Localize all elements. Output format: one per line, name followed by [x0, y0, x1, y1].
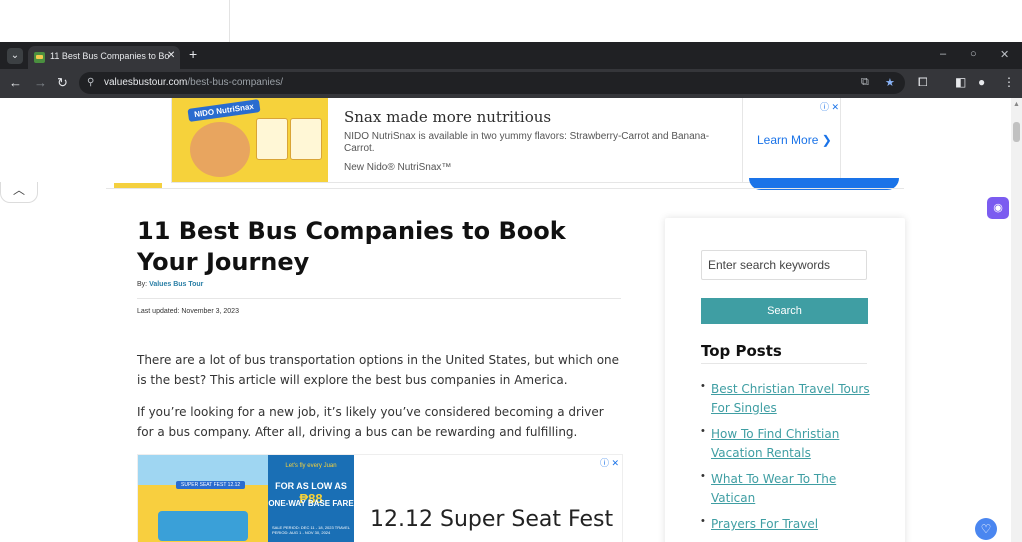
- byline: By: Values Bus Tour: [137, 281, 204, 288]
- restore-button[interactable]: ○: [970, 48, 977, 60]
- top-post-link[interactable]: Prayers For Travel: [711, 517, 818, 531]
- browser-toolbar: ← → ↻ ⚲ valuesbustour.com/best-bus-compa…: [0, 69, 1022, 98]
- title-divider: [137, 298, 621, 299]
- author-link[interactable]: Values Bus Tour: [149, 281, 203, 288]
- top-post-link[interactable]: Best Christian Travel Tours For Singles: [711, 382, 870, 415]
- scroll-up-icon[interactable]: ▲: [1013, 101, 1020, 108]
- heart-icon[interactable]: ♡: [975, 518, 997, 540]
- top-posts-heading: Top Posts: [701, 342, 782, 360]
- desktop-strip: [0, 0, 1022, 42]
- adchoices-icon[interactable]: ⓘ ✕: [820, 100, 839, 113]
- inline-ad-offer[interactable]: Let's fly every Juan FOR AS LOW AS ₱88 O…: [268, 455, 354, 542]
- header-divider: [106, 188, 904, 189]
- list-item: How To Find Christian Vacation Rentals: [701, 425, 871, 463]
- ad-brand: New Nido® NutriSnax™: [344, 162, 452, 173]
- list-item: Best Christian Travel Tours For Singles: [701, 380, 871, 418]
- last-updated: Last updated: November 3, 2023: [137, 308, 239, 315]
- list-item: Prayers For Travel: [701, 515, 871, 534]
- ad-description: NIDO NutriSnax is available in two yummy…: [344, 131, 710, 154]
- ad-tagline: Let's fly every Juan: [285, 463, 337, 469]
- list-item: What To Wear To The Vatican: [701, 470, 871, 508]
- ad-child-photo: [190, 122, 250, 177]
- reload-icon[interactable]: ↻: [57, 75, 68, 91]
- tab-title: 11 Best Bus Companies to Book: [50, 51, 170, 61]
- page-viewport: NIDO NutriSnax Snax made more nutritious…: [0, 98, 1011, 542]
- ad-badge: SUPER SEAT FEST 12.12: [176, 481, 246, 489]
- minimize-button[interactable]: –: [940, 48, 946, 60]
- ad-periods: SALE PERIOD: DEC 11 - 18, 2023 TRAVEL PE…: [272, 525, 350, 535]
- tab-close-icon[interactable]: ✕: [167, 50, 175, 61]
- page-scrollbar[interactable]: ▲: [1011, 98, 1022, 542]
- side-panel-icon[interactable]: ◧: [955, 75, 966, 89]
- ad-pack-image: [290, 118, 322, 160]
- inline-ad-image[interactable]: SUPER SEAT FEST 12.12: [138, 455, 268, 542]
- ad-divider: [742, 98, 743, 182]
- top-posts-divider: [701, 363, 867, 364]
- ad-headline[interactable]: Snax made more nutritious: [344, 108, 551, 126]
- forward-arrow-icon[interactable]: →: [34, 75, 47, 90]
- tab-search-icon[interactable]: ⌄: [7, 48, 23, 64]
- ad-fare-label: ONE-WAY BASE FARE: [268, 499, 354, 508]
- ad-brand-logo: NIDO NutriSnax: [187, 99, 261, 122]
- top-banner-ad[interactable]: NIDO NutriSnax Snax made more nutritious…: [171, 98, 841, 183]
- assistant-brain-icon[interactable]: ◉: [987, 197, 1009, 219]
- back-arrow-icon[interactable]: ←: [9, 75, 22, 90]
- profile-icon[interactable]: ●: [978, 75, 985, 89]
- scroll-thumb[interactable]: [1013, 122, 1020, 142]
- adchoices-icon[interactable]: ⓘ ✕: [600, 456, 619, 469]
- site-favicon-icon: [34, 52, 45, 63]
- sidebar-widget: Search Top Posts Best Christian Travel T…: [665, 218, 905, 542]
- new-tab-button[interactable]: +: [189, 47, 197, 61]
- inline-ad[interactable]: SUPER SEAT FEST 12.12 Let's fly every Ju…: [137, 454, 623, 542]
- top-post-link[interactable]: What To Wear To The Vatican: [711, 472, 836, 505]
- ad-product-image[interactable]: NIDO NutriSnax: [172, 98, 328, 182]
- article-paragraph: If you’re looking for a new job, it’s li…: [137, 405, 604, 439]
- strip-divider: [229, 0, 230, 42]
- url-text: valuesbustour.com/best-bus-companies/: [104, 77, 283, 88]
- search-button[interactable]: Search: [701, 298, 868, 324]
- top-posts-list: Best Christian Travel Tours For Singles …: [701, 380, 871, 541]
- address-bar[interactable]: ⚲ valuesbustour.com/best-bus-companies/ …: [79, 72, 905, 94]
- top-post-link[interactable]: How To Find Christian Vacation Rentals: [711, 427, 839, 460]
- inline-ad-headline[interactable]: 12.12 Super Seat Fest: [370, 507, 613, 532]
- browser-tab[interactable]: 11 Best Bus Companies to Book ✕: [28, 46, 180, 69]
- ad-pack-image: [256, 118, 288, 160]
- article-title: 11 Best Bus Companies to Book Your Journ…: [137, 217, 566, 276]
- article-paragraph: There are a lot of bus transportation op…: [137, 353, 620, 387]
- extensions-icon[interactable]: ⧠: [918, 75, 928, 90]
- bookmark-star-icon[interactable]: ★: [885, 76, 895, 89]
- collapse-ad-chevron-up-icon[interactable]: ︿: [0, 182, 38, 203]
- window-close-button[interactable]: ✕: [1000, 48, 1009, 61]
- search-input[interactable]: [701, 250, 867, 280]
- site-info-icon[interactable]: ⚲: [87, 77, 94, 88]
- ad-learn-more-button[interactable]: Learn More ❯: [757, 133, 832, 147]
- browser-tab-bar: ⌄ 11 Best Bus Companies to Book ✕ + – ○ …: [0, 42, 1022, 69]
- cast-icon[interactable]: ⧉: [861, 76, 869, 89]
- ad-plane-image: [158, 511, 248, 541]
- menu-kebab-icon[interactable]: ⋮: [1003, 75, 1015, 89]
